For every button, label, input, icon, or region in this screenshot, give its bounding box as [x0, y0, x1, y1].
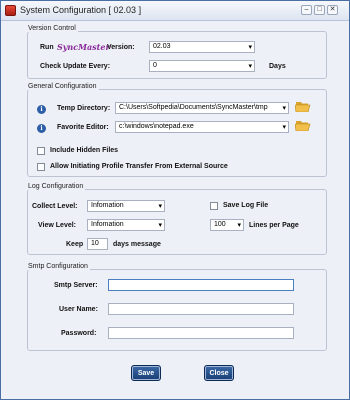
temp-directory-value: C:\Users\Softpedia\Documents\SyncMaster\… [119, 104, 268, 111]
version-select[interactable]: 02.03 ▾ [149, 41, 255, 53]
chevron-down-icon: ▾ [237, 222, 241, 229]
chevron-down-icon: ▾ [158, 222, 162, 229]
lines-per-page-label: Lines per Page [249, 222, 299, 229]
save-log-checkbox[interactable] [210, 202, 218, 210]
app-icon [5, 5, 16, 16]
chevron-down-icon: ▾ [158, 203, 162, 210]
save-log-label: Save Log File [223, 202, 269, 209]
close-button[interactable]: Close [204, 365, 234, 381]
favorite-editor-value: c:\windows\notepad.exe [119, 123, 194, 130]
system-configuration-window: System Configuration [ 02.03 ] – □ ✕ Ver… [0, 0, 350, 400]
temp-directory-select[interactable]: C:\Users\Softpedia\Documents\SyncMaster\… [115, 102, 289, 114]
version-control-title: Version Control [26, 25, 78, 32]
general-configuration-title: General Configuration [26, 83, 99, 90]
folder-open-icon[interactable] [295, 100, 311, 112]
run-label: Run [40, 44, 54, 51]
smtp-server-label: Smtp Server: [54, 282, 98, 289]
check-update-value: 0 [153, 62, 157, 69]
lines-value: 100 [214, 221, 226, 228]
include-hidden-label: Include Hidden Files [50, 147, 119, 154]
smtp-configuration-title: Smtp Configuration [26, 263, 90, 270]
check-update-label: Check Update Every: [40, 63, 111, 70]
syncmaster-logo: SyncMaster [57, 42, 110, 52]
info-icon: i [37, 124, 46, 133]
keep-label: Keep [66, 241, 84, 248]
collect-level-value: Infomation [91, 202, 124, 209]
password-input[interactable] [108, 327, 294, 339]
title-bar: System Configuration [ 02.03 ] – □ ✕ [1, 1, 349, 21]
keep-days-input[interactable]: 10 [87, 238, 108, 250]
password-label: Password: [61, 330, 97, 337]
folder-open-icon[interactable] [295, 119, 311, 131]
days-message-label: days message [113, 241, 161, 248]
chevron-down-icon: ▾ [282, 124, 286, 131]
chevron-down-icon: ▾ [248, 63, 252, 70]
chevron-down-icon: ▾ [282, 105, 286, 112]
allow-transfer-label: Allow Initiating Profile Transfer From E… [50, 163, 228, 170]
maximize-button[interactable]: □ [314, 5, 325, 15]
close-window-button[interactable]: ✕ [327, 5, 338, 15]
user-name-input[interactable] [108, 303, 294, 315]
view-level-label: View Level: [38, 222, 77, 229]
window-title: System Configuration [ 02.03 ] [20, 5, 142, 15]
temp-directory-label: Temp Directory: [57, 105, 111, 112]
view-level-select[interactable]: Infomation ▾ [87, 219, 165, 231]
log-configuration-title: Log Configuration [26, 183, 86, 190]
minimize-button[interactable]: – [301, 5, 312, 15]
allow-transfer-checkbox[interactable] [37, 163, 45, 171]
days-label: Days [269, 63, 286, 70]
view-level-value: Infomation [91, 221, 124, 228]
lines-per-page-select[interactable]: 100 ▾ [210, 219, 244, 231]
favorite-editor-select[interactable]: c:\windows\notepad.exe ▾ [115, 121, 289, 133]
version-value: 02.03 [153, 43, 171, 50]
collect-level-select[interactable]: Infomation ▾ [87, 200, 165, 212]
check-update-select[interactable]: 0 ▾ [149, 60, 255, 72]
user-name-label: User Name: [59, 306, 98, 313]
favorite-editor-label: Favorite Editor: [57, 124, 109, 131]
smtp-server-input[interactable] [108, 279, 294, 291]
version-label: Version: [107, 44, 135, 51]
save-button[interactable]: Save [131, 365, 161, 381]
collect-level-label: Collect Level: [32, 203, 78, 210]
chevron-down-icon: ▾ [248, 44, 252, 51]
include-hidden-checkbox[interactable] [37, 147, 45, 155]
info-icon: i [37, 105, 46, 114]
